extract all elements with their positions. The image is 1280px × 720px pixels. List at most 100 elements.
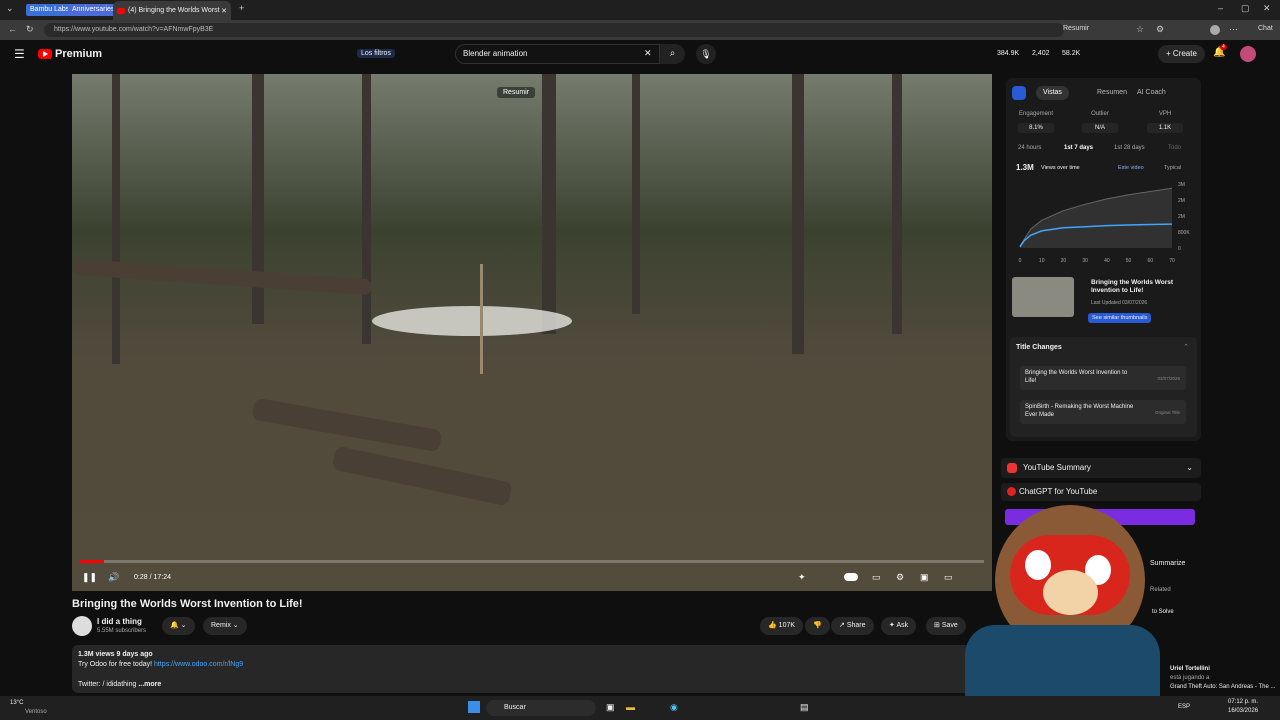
metric-label: Engagement [1018,111,1054,117]
x-tick-label: 60 [1148,258,1154,264]
promo-link[interactable]: https://www.odoo.com/r/lNg9 [154,661,243,668]
similar-thumbnails-button[interactable]: See similar thumbnails [1088,313,1152,323]
taskbar-search[interactable]: Buscar [486,700,596,716]
url-field[interactable]: https://www.youtube.com/watch?v=AFNmwFpy… [44,23,1064,37]
language-indicator[interactable]: ESP [1178,704,1190,710]
mic-button[interactable]: 🎙 [696,44,716,64]
range-all[interactable]: Todo [1168,145,1181,151]
active-tab-title: (4) Bringing the Worlds Worst [128,7,220,14]
remix-label: Remix [211,622,231,629]
share-button[interactable]: ↗ Share [831,617,874,635]
total-views: 1.3M [1016,163,1034,172]
tab-group-bambu[interactable]: Bambu Labs [26,4,74,16]
y-tick-label: 800K [1178,230,1190,236]
title-change-row: Bringing the Worlds Worst Invention to L… [1020,366,1186,390]
chart-mode-select[interactable]: Views over time [1041,165,1080,171]
resumir-button[interactable]: Resumir [1063,25,1089,32]
clear-search-icon[interactable]: ✕ [644,48,652,59]
maximize-icon[interactable]: ▢ [1241,3,1250,14]
youtube-logo[interactable]: Premium [38,48,102,60]
profile-icon[interactable] [1210,25,1220,35]
close-tab-icon[interactable]: ✕ [221,7,227,15]
range-28d[interactable]: 1st 28 days [1114,145,1145,151]
captions-icon[interactable]: ▭ [872,572,881,583]
stat-subs: 384.9K [997,50,1020,57]
windows-start-icon[interactable] [468,701,480,713]
spinning-machine [372,306,572,336]
active-tab[interactable]: (4) Bringing the Worlds Worst ✕ [113,1,231,20]
back-icon[interactable]: ← [8,24,17,34]
app-icon[interactable]: ▤ [800,702,809,713]
sparkle-icon[interactable]: ✦ [798,572,806,583]
x-tick-label: 40 [1104,258,1110,264]
tab-group-anniversaries[interactable]: Anniversaries [68,4,119,16]
video-player[interactable]: Resumir ❚❚ 🔊 0:28 / 17:24 ✦ ▭ ⚙ ▣ ▭ [72,74,992,591]
youtube-summary-bar[interactable]: YouTube Summary ⌄ [1001,458,1201,478]
new-tab-icon[interactable]: + [239,3,244,13]
dislike-button[interactable]: 👎 [805,617,830,635]
tree-trunk [362,74,371,344]
twitter-handle[interactable]: / ididathing [103,681,137,688]
stream-game: Grand Theft Auto: San Andreas - The ... [1170,684,1276,690]
cast-icon[interactable]: ▭ [944,572,953,583]
subscribe-bell-button[interactable]: 🔔 ⌄ [162,617,195,635]
y-tick-label: 3M [1178,182,1185,188]
ask-button[interactable]: ✦ Ask [881,617,917,635]
taskview-icon[interactable]: ▣ [606,702,615,713]
y-tick-label: 2M [1178,214,1185,220]
resumir-overlay-button[interactable]: Resumir [497,87,536,98]
extensions-icon[interactable]: ⚙ [1156,24,1164,35]
title-changes-header: Title Changes [1016,344,1062,351]
tree-trunk [112,74,120,364]
vidiq-icon[interactable] [1012,86,1026,100]
time-display: 0:28 / 17:24 [134,574,171,581]
tab-ai-coach[interactable]: AI Coach [1130,86,1173,100]
favorite-icon[interactable]: ☆ [1136,24,1144,35]
search-input[interactable]: Blender animation [455,44,660,64]
x-tick-label: 30 [1082,258,1088,264]
summary-expand-icon[interactable]: ⌄ [1186,458,1193,478]
channel-name[interactable]: I did a thing [97,617,142,626]
chat-button[interactable]: Chat [1258,25,1273,32]
more-icon[interactable]: ⋯ [1229,24,1238,35]
collapse-icon[interactable]: ⌃ [1183,343,1189,351]
avatar-eye [1025,550,1051,580]
stream-avatar-overlay [955,495,1170,720]
reload-icon[interactable]: ↻ [26,24,34,35]
range-7d[interactable]: 1st 7 days [1064,145,1093,151]
progress-bar[interactable] [80,560,984,563]
channel-avatar[interactable] [72,616,92,636]
tab-menu-icon[interactable]: ⌄ [6,3,14,14]
account-avatar[interactable] [1240,46,1256,62]
remix-button[interactable]: Remix ⌄ [203,617,247,635]
filters-button[interactable]: Los filtros [357,49,395,58]
autoplay-toggle[interactable] [844,573,858,581]
weather-temp[interactable]: 13°C [10,700,23,706]
more-link[interactable]: ...more [138,681,161,688]
settings-icon[interactable]: ⚙ [896,572,904,583]
create-button[interactable]: + Create [1158,45,1205,63]
logo-text: Premium [55,48,103,60]
volume-icon[interactable]: 🔊 [108,572,119,583]
tree-trunk [632,74,640,314]
search-button[interactable]: ⌕ [660,44,685,64]
tab-resumen[interactable]: Resumen [1090,86,1134,100]
hamburger-menu-icon[interactable]: ☰ [14,47,25,61]
edge-icon[interactable]: ◉ [670,702,678,713]
like-button[interactable]: 👍 107K [760,617,804,635]
description-box[interactable]: 1.3M views 9 days ago Try Odoo for free … [72,645,972,693]
miniplayer-icon[interactable]: ▣ [920,572,929,583]
youtube-play-icon [38,49,52,59]
folder-icon[interactable]: ▬ [626,702,635,712]
x-tick-label: 10 [1039,258,1045,264]
tab-vistas[interactable]: Vistas [1036,86,1069,100]
clock-time[interactable]: 07:12 p. m. [1228,699,1258,705]
ask-label: Ask [896,622,909,629]
youtube-header: ☰ Premium Los filtros Blender animation … [0,40,1280,70]
minimize-icon[interactable]: – [1218,3,1223,13]
pause-icon[interactable]: ❚❚ [82,572,97,583]
close-window-icon[interactable]: ✕ [1263,3,1271,14]
x-tick-label: 50 [1126,258,1132,264]
range-24h[interactable]: 24 hours [1018,145,1041,151]
thumbnail-image[interactable] [1012,277,1074,317]
